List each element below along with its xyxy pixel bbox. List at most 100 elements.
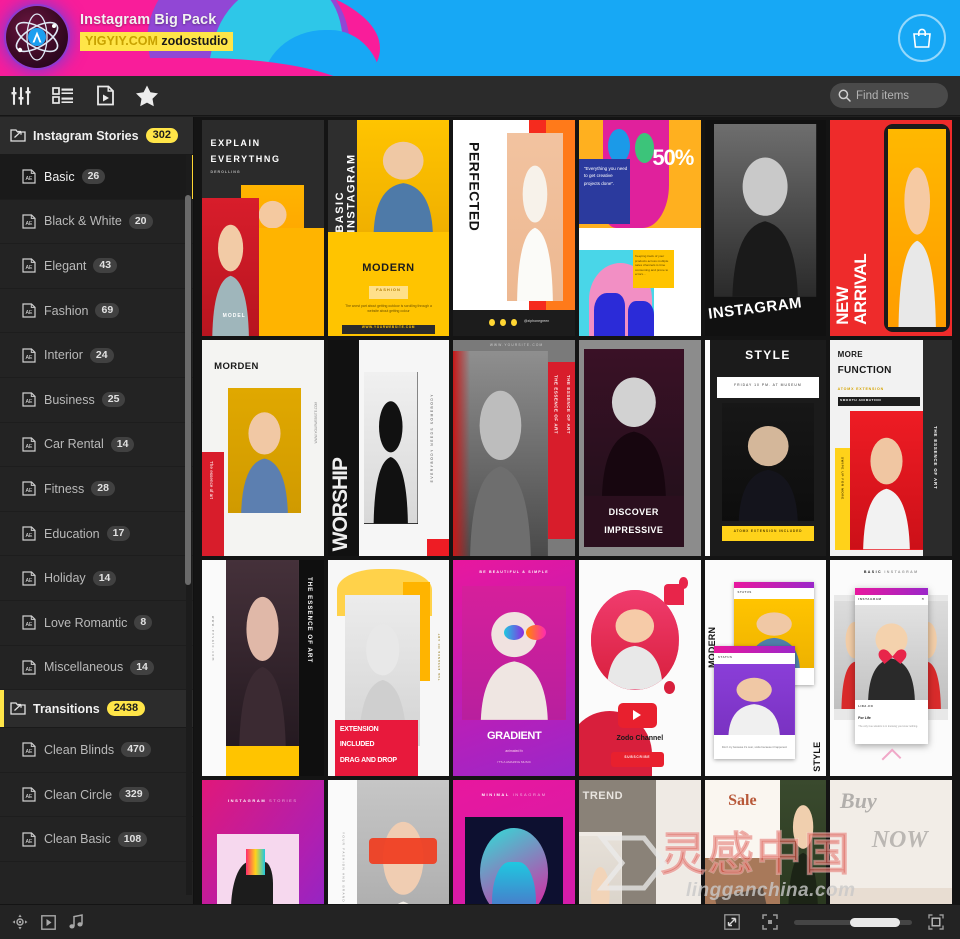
ae-file-icon: AE	[22, 437, 36, 452]
template-cell-red-sunglasses[interactable]: YOUR FASHION AND BRAND NEEDS	[328, 780, 450, 904]
svg-text:AE: AE	[26, 444, 33, 450]
music-note-icon-button[interactable]	[62, 905, 90, 939]
sidebar-group-count: 2438	[107, 701, 145, 716]
preview-3d-icon	[12, 914, 28, 930]
svg-text:AE: AE	[26, 355, 33, 361]
sidebar-item-label: Education	[44, 527, 100, 541]
sidebar-item-count: 14	[93, 571, 117, 586]
sidebar-item-label: Fashion	[44, 304, 88, 318]
search-input[interactable]	[856, 90, 940, 102]
template-cell-zodo-channel[interactable]: Zodo ChannelSUBSCRIBE	[579, 560, 701, 776]
template-cell-essence-of-art-black[interactable]: THE ESSENCE OF ARTwww.envato.com	[202, 560, 324, 776]
search-icon	[838, 89, 851, 102]
sidebar-item-count: 329	[119, 787, 149, 802]
view-controls	[718, 905, 950, 939]
sidebar-item-label: Business	[44, 393, 95, 407]
search-box[interactable]	[830, 83, 948, 108]
star-icon	[135, 84, 159, 107]
template-grid[interactable]: EXPLAINEVERYTHNGDEROLLINGMODELBASIC INST…	[194, 117, 960, 904]
preview-3d-icon-button[interactable]	[6, 905, 34, 939]
list-view-icon-button[interactable]	[42, 76, 84, 116]
atom-icon	[6, 6, 68, 68]
sidebar-item-clean-basic[interactable]: AEClean Basic108	[0, 817, 193, 862]
template-cell-sale[interactable]: Sale	[705, 780, 827, 904]
fit-screen-icon-button[interactable]	[756, 905, 784, 939]
svg-text:AE: AE	[26, 310, 33, 316]
ae-file-icon: AE	[22, 526, 36, 541]
svg-text:AE: AE	[26, 488, 33, 494]
sidebar-item-count: 470	[121, 742, 151, 757]
ae-file-icon: AE	[22, 787, 36, 802]
template-cell-worship[interactable]: WORSHIPEVERYBODY NEEDS SOMEBODY	[328, 340, 450, 556]
cart-button[interactable]	[898, 14, 946, 62]
expand-arrow-icon	[724, 914, 740, 930]
template-cell-basic-instagram-mockup[interactable]: BASIC INSTAGRAMINSTAGRAM×LIDA.COFor Life…	[830, 560, 952, 776]
file-play-icon-button[interactable]	[84, 76, 126, 116]
template-cell-explain-everythng[interactable]: EXPLAINEVERYTHNGDEROLLINGMODEL	[202, 120, 324, 336]
sidebar-item-interior[interactable]: AEInterior24	[0, 333, 193, 378]
template-cell-extension-included[interactable]: THE ESSENCE OF ARTEXTENSIONINCLUDEDDRAG …	[328, 560, 450, 776]
sidebar-item-fashion[interactable]: AE Fashion 69	[0, 289, 193, 334]
template-cell-gradient[interactable]: BE BEAUTIFUL & SIMPLEGRADIENTanimated fx…	[453, 560, 575, 776]
folder-arrow-icon	[10, 128, 26, 143]
sidebar-item-label: Car Rental	[44, 437, 104, 451]
sidebar-item-love-romantic[interactable]: AELove Romantic8	[0, 601, 193, 646]
template-cell-trend-50-off[interactable]: TREND50%OFF	[579, 780, 701, 904]
sidebar-item-label: Interior	[44, 348, 83, 362]
template-cell-perfected[interactable]: PERFECTED@ziphonegreen	[453, 120, 575, 336]
sidebar-item-label: Clean Basic	[44, 832, 111, 846]
expand-arrow-icon-button[interactable]	[718, 905, 746, 939]
sidebar-item-education[interactable]: AEEducation17	[0, 512, 193, 557]
svg-text:AE: AE	[26, 622, 33, 628]
file-play-icon	[96, 85, 115, 106]
template-cell-buy-now-script[interactable]: BuyNOW	[830, 780, 952, 904]
folder-arrow-icon	[10, 701, 26, 716]
template-cell-modern-style-status[interactable]: MODERNSTYLESTATUSSTATUSDon't cry because…	[705, 560, 827, 776]
template-cell-discover-impressive[interactable]: DISCOVERIMPRESSIVE	[579, 340, 701, 556]
svg-text:AE: AE	[26, 176, 33, 182]
sidebar-scrollbar-thumb[interactable]	[185, 195, 191, 585]
sidebar-item-clean-circle[interactable]: AEClean Circle329	[0, 773, 193, 818]
template-cell-style-museum[interactable]: STYLEFRIDAY 10 PM. AT MUSEUMATOMX EXTENS…	[705, 340, 827, 556]
sidebar-item-miscellaneous[interactable]: AEMiscellaneous14	[0, 646, 193, 691]
sidebar-item-count: 20	[129, 214, 153, 229]
app-window: Instagram Big Pack YIGYIY.COM zodostudio	[0, 0, 960, 939]
template-cell-new-arrival[interactable]: NEWARRIVAL	[830, 120, 952, 336]
sidebar-item-holiday[interactable]: AEHoliday14	[0, 556, 193, 601]
play-box-icon-button[interactable]	[34, 905, 62, 939]
sidebar-item-basic[interactable]: AEBasic26	[0, 155, 193, 200]
sidebar-item-clean-blinds[interactable]: AEClean Blinds470	[0, 728, 193, 773]
sidebar-item-elegant[interactable]: AEElegant43	[0, 244, 193, 289]
category-sidebar[interactable]: Instagram Stories302AEBasic26AEBlack & W…	[0, 117, 194, 904]
template-cell-fifty-percent-creative[interactable]: "Everything you need to get creative pro…	[579, 120, 701, 336]
sidebar-group-instagram-stories[interactable]: Instagram Stories302	[0, 117, 193, 155]
grid-size-icon-button[interactable]	[922, 905, 950, 939]
app-title: Instagram Big Pack	[80, 12, 233, 28]
template-cell-minimal-insagram[interactable]: MINIMAL INSAGRAM	[453, 780, 575, 904]
ae-file-icon: AE	[22, 481, 36, 496]
sidebar-item-business[interactable]: AEBusiness25	[0, 378, 193, 423]
sidebar-item-car-rental[interactable]: AECar Rental14	[0, 423, 193, 468]
zoom-slider[interactable]	[794, 920, 912, 925]
sidebar-scrollbar-track[interactable]	[186, 155, 192, 895]
grid-size-icon	[928, 914, 944, 930]
template-cell-more-function[interactable]: MOREFUNCTIONATOMX EXTENSIONSMOOTH ANIMAT…	[830, 340, 952, 556]
star-icon-button[interactable]	[126, 76, 168, 116]
sidebar-item-fitness[interactable]: AEFitness28	[0, 467, 193, 512]
sidebar-item-label: Black & White	[44, 214, 122, 228]
sidebar-group-transitions[interactable]: Transitions2438	[0, 690, 193, 728]
shopping-bag-icon	[911, 27, 933, 50]
template-cell-instagram-bw[interactable]: INSTAGRAM	[705, 120, 827, 336]
list-view-icon	[52, 86, 74, 105]
sidebar-item-black-white[interactable]: AE Black & White 20	[0, 200, 193, 245]
zoom-slider-thumb[interactable]	[850, 918, 900, 927]
template-cell-morden[interactable]: MORDENThe essence of artWWW.YOURWEBSITE.…	[202, 340, 324, 556]
template-cell-essence-of-art-red[interactable]: THE ESSENCE OF ARTTHE ESSENCE OF ARTWWW.…	[453, 340, 575, 556]
template-cell-instagram-stories-zebra[interactable]: INSTAGRAM STORIES	[202, 780, 324, 904]
sliders-icon-button[interactable]	[0, 76, 42, 116]
app-logo	[6, 6, 68, 68]
sidebar-item-count: 26	[82, 169, 106, 184]
template-cell-basic-instagram-modern[interactable]: BASIC INSTAGRAMMODERNFASHIONThe worst pa…	[328, 120, 450, 336]
sidebar-item-count: 69	[95, 303, 119, 318]
svg-text:AE: AE	[26, 221, 33, 227]
